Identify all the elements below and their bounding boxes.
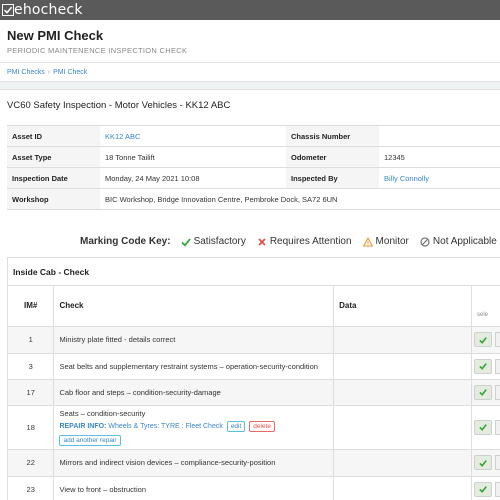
satisfactory-toggle[interactable] [473, 455, 492, 470]
asset-type-label: Asset Type [7, 146, 100, 168]
table-row: 18 Seats – condition-security REPAIR INF… [8, 405, 500, 450]
table-row: 3 Seat belts and supplementary restraint… [8, 353, 500, 380]
legend-requires-attention: Requires Attention [257, 236, 352, 247]
column-header-data: Data [333, 286, 472, 327]
warning-icon [362, 236, 373, 246]
check-icon [180, 237, 191, 247]
asset-id-label: Asset ID [7, 125, 100, 147]
page-title: New PMI Check [7, 28, 104, 43]
table-row: 22 Mirrors and indirect vision devices –… [8, 449, 500, 477]
attention-toggle[interactable] [494, 419, 500, 435]
app-brand: ehocheck [14, 2, 83, 18]
attention-toggle[interactable] [494, 481, 500, 497]
page-subtitle: PERIODIC MAINTENENCE INSPECTION CHECK [7, 46, 188, 55]
app-logo[interactable]: ehocheck [2, 2, 83, 18]
page-header: New PMI Check PERIODIC MAINTENENCE INSPE… [0, 20, 500, 62]
breadcrumb-separator: › [47, 69, 51, 76]
inspection-card: VC60 Safety Inspection - Motor Vehicles … [0, 89, 500, 500]
satisfactory-toggle[interactable] [473, 332, 492, 347]
check-icon [479, 336, 487, 344]
data-cell [333, 353, 472, 380]
attention-toggle[interactable] [494, 384, 500, 400]
satisfactory-toggle[interactable] [473, 419, 492, 435]
inside-cab-section: Inside Cab - Check IM# Check Data sele 1… [7, 257, 500, 500]
check-icon [479, 363, 487, 370]
marking-code-key: Marking Code Key: Satisfactory Requires … [80, 236, 500, 247]
breadcrumb: PMI Checks › PMI Check [0, 62, 500, 82]
data-cell [333, 476, 472, 500]
workshop-label: Workshop [7, 188, 100, 210]
add-another-repair-button[interactable]: add another repair [59, 434, 121, 446]
inspected-by-link[interactable]: Billy Connolly [384, 174, 429, 183]
satisfactory-toggle[interactable] [473, 481, 492, 497]
legend-not-applicable: Not Applicable [420, 236, 497, 247]
check-icon [479, 424, 487, 431]
data-cell [333, 405, 472, 450]
inspection-date-label: Inspection Date [7, 167, 100, 189]
table-row: 23 View to front – obstruction [8, 476, 500, 500]
breadcrumb-pmi-checks[interactable]: PMI Checks [7, 69, 45, 76]
attention-toggle[interactable] [494, 455, 500, 470]
check-icon [479, 389, 487, 396]
chassis-value [379, 125, 500, 147]
delete-repair-button[interactable]: delete [249, 420, 275, 432]
inspection-title: VC60 Safety Inspection - Motor Vehicles … [7, 100, 231, 111]
legend-satisfactory: Satisfactory [180, 236, 246, 247]
column-header-im: IM# [8, 286, 55, 327]
column-header-select: sele [471, 286, 500, 327]
check-icon [479, 486, 487, 493]
asset-type-value: 18 Tonne Tailift [100, 146, 286, 168]
repair-info-label: REPAIR INFO: [59, 422, 107, 430]
legend-monitor: Monitor [362, 236, 409, 247]
check-icon [479, 459, 487, 467]
column-header-check: Check [53, 286, 335, 327]
edit-repair-button[interactable]: edit [226, 420, 246, 432]
marking-key-label: Marking Code Key: [80, 236, 171, 247]
asset-id-link[interactable]: KK12 ABC [105, 132, 140, 141]
section-title: Inside Cab - Check [8, 258, 500, 286]
odometer-value: 12345 [379, 146, 500, 168]
chassis-label: Chassis Number [286, 125, 379, 147]
inspected-by-label: Inspected By [286, 167, 379, 189]
table-row: 17 Cab floor and steps – condition-secur… [8, 379, 500, 406]
ban-icon [420, 236, 430, 247]
checks-table: IM# Check Data sele 1 Ministry plate fit… [8, 286, 500, 500]
repair-info-link[interactable]: Wheels & Tyres: TYRE : Fleet Check [108, 423, 223, 430]
data-cell [333, 326, 472, 354]
odometer-label: Odometer [286, 146, 379, 168]
satisfactory-toggle[interactable] [473, 384, 492, 400]
inspection-details-table: Asset ID KK12 ABC Chassis Number Asset T… [7, 125, 500, 210]
logo-check-icon [2, 4, 14, 16]
cross-icon [258, 237, 266, 246]
workshop-value: BIC Workshop, Bridge Innovation Centre, … [100, 188, 500, 210]
repair-info: REPAIR INFO: Wheels & Tyres: TYRE : Flee… [59, 420, 333, 432]
breadcrumb-pmi-check[interactable]: PMI Check [53, 69, 87, 76]
data-cell [333, 449, 472, 477]
attention-toggle[interactable] [494, 332, 500, 347]
satisfactory-toggle[interactable] [473, 358, 492, 374]
data-cell [333, 379, 472, 406]
top-bar: ehocheck [0, 0, 500, 20]
attention-toggle[interactable] [494, 358, 500, 374]
inspection-date-value: Monday, 24 May 2021 10:08 [100, 167, 286, 189]
table-row: 1 Ministry plate fitted - details correc… [8, 326, 500, 354]
